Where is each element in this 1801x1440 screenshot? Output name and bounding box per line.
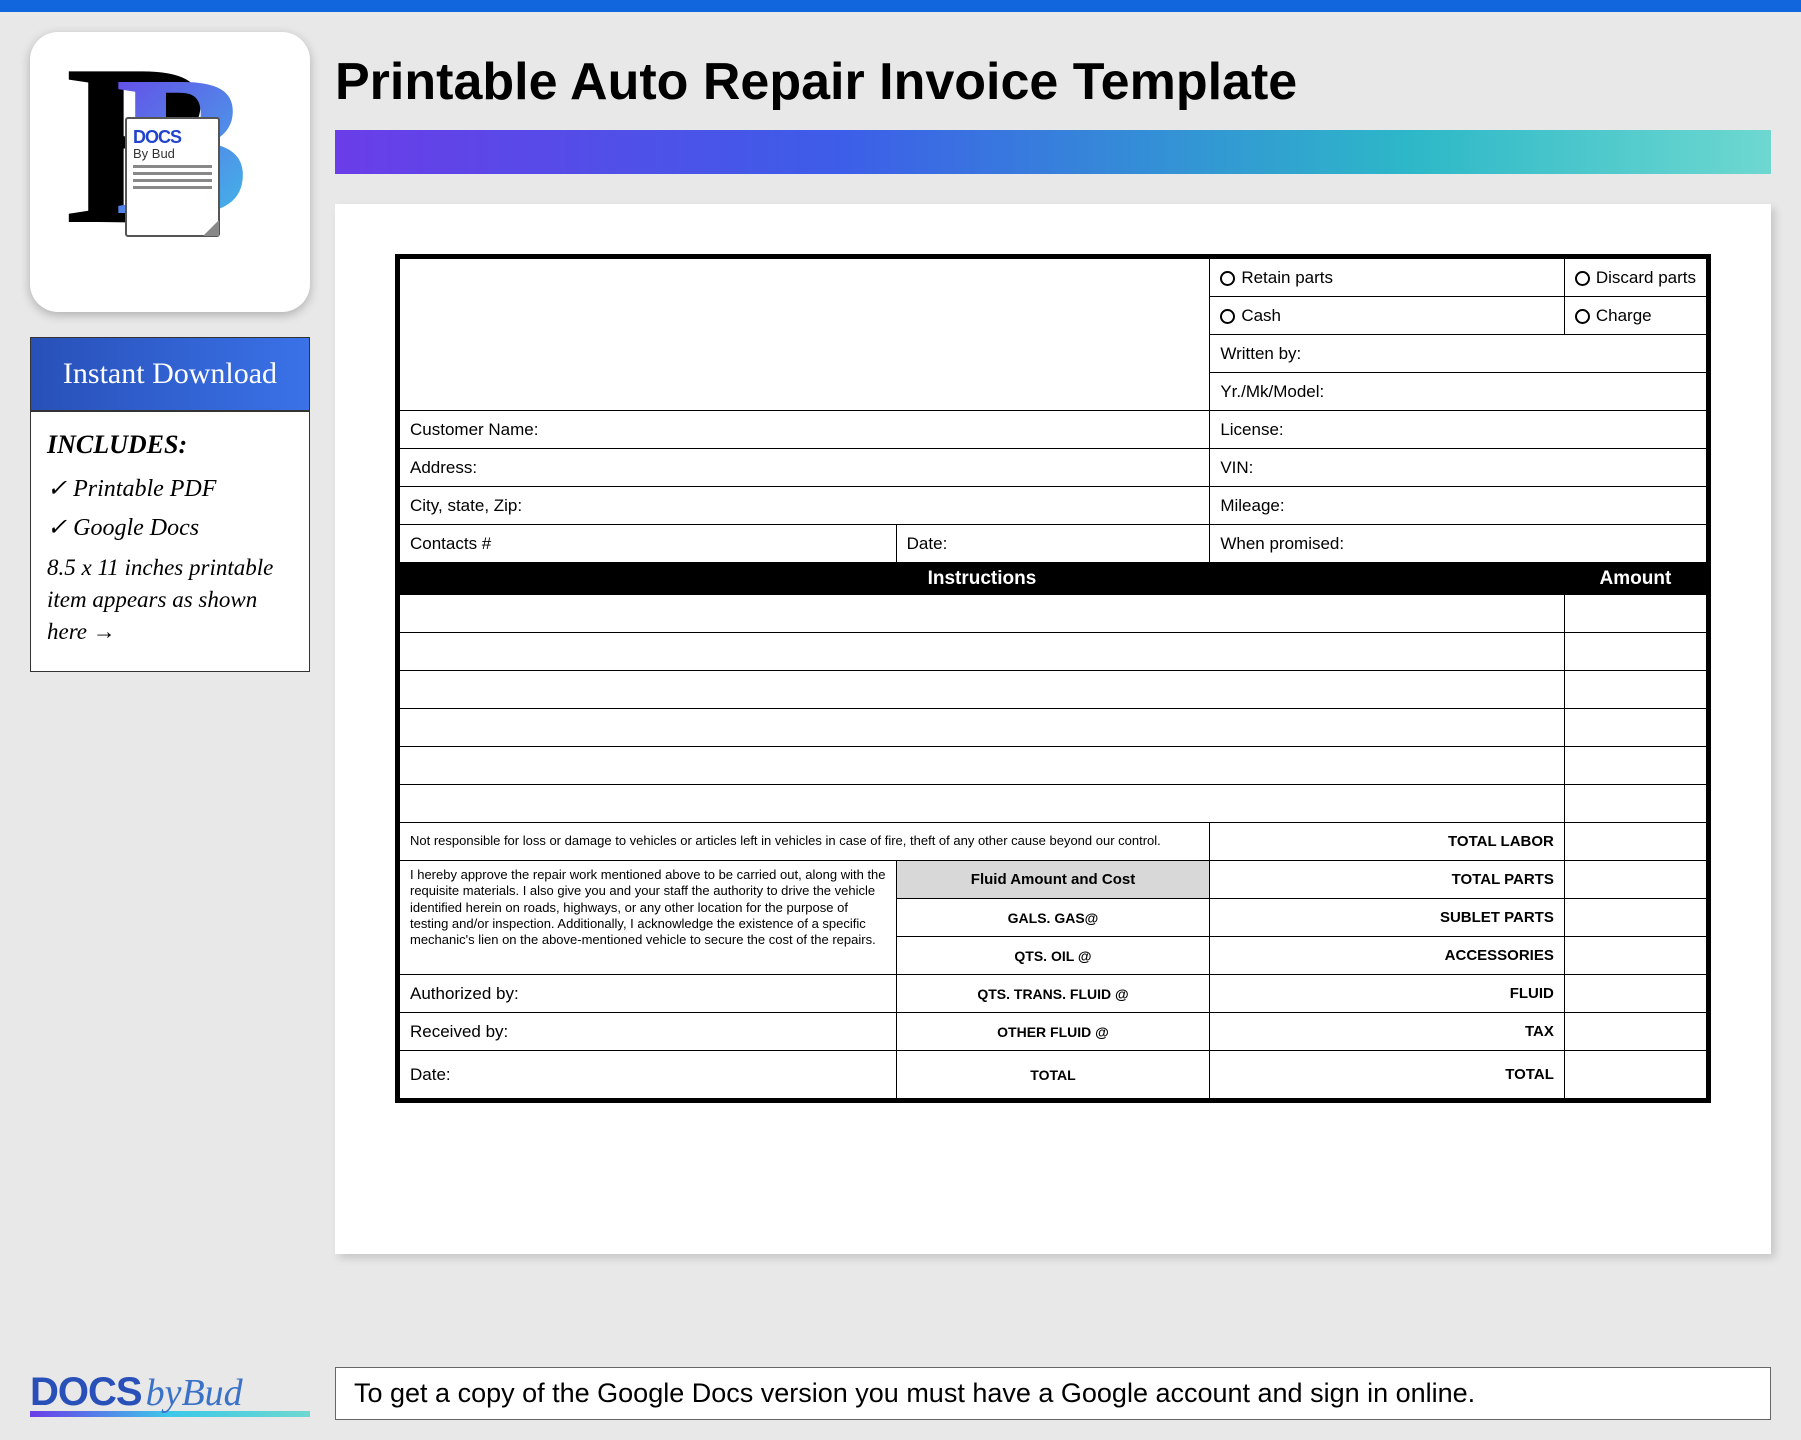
total-parts-label: TOTAL PARTS (1210, 861, 1565, 899)
logo-docs-text: DOCS (133, 127, 212, 148)
page-title: Printable Auto Repair Invoice Template (335, 52, 1771, 112)
authorized-by-cell: Authorized by: (400, 975, 897, 1013)
instruction-row (400, 595, 1565, 633)
qts-oil-cell: QTS. OIL @ (896, 937, 1210, 975)
amount-header: Amount (1564, 563, 1706, 595)
charge-label: Charge (1596, 306, 1652, 325)
other-fluid-cell: OTHER FLUID @ (896, 1013, 1210, 1051)
includes-title: INCLUDES: (47, 430, 293, 460)
includes-box: INCLUDES: ✓ Printable PDF ✓ Google Docs … (30, 411, 310, 672)
cash-label: Cash (1241, 306, 1281, 325)
radio-icon (1575, 271, 1590, 286)
customer-name-cell: Customer Name: (400, 411, 1210, 449)
written-by-cell: Written by: (1210, 335, 1707, 373)
amount-row (1564, 633, 1706, 671)
total-labor-label: TOTAL LABOR (1210, 823, 1565, 861)
document-preview: Retain parts Discard parts Cash Charge W… (335, 204, 1771, 1254)
instant-download-badge: Instant Download (30, 337, 310, 411)
sublet-parts-label: SUBLET PARTS (1210, 899, 1565, 937)
total-parts-value (1564, 861, 1706, 899)
gals-gas-cell: GALS. GAS@ (896, 899, 1210, 937)
retain-parts-cell: Retain parts (1210, 259, 1565, 297)
fluid-total-cell: TOTAL (896, 1051, 1210, 1099)
includes-description: 8.5 x 11 inches printable item appears a… (47, 552, 293, 649)
charge-cell: Charge (1564, 297, 1706, 335)
footer-logo: DOCSbyBud (30, 1370, 310, 1417)
footer-bybud-text: byBud (146, 1372, 243, 1414)
date2-cell: Date: (400, 1051, 897, 1099)
vin-cell: VIN: (1210, 449, 1707, 487)
instruction-row (400, 671, 1565, 709)
mileage-cell: Mileage: (1210, 487, 1707, 525)
radio-icon (1575, 309, 1590, 324)
logo-bybud-text: By Bud (133, 146, 212, 161)
amount-row (1564, 747, 1706, 785)
logo-document-icon: DOCS By Bud (125, 117, 220, 237)
instructions-header: Instructions (400, 563, 1565, 595)
sublet-parts-value (1564, 899, 1706, 937)
date-cell: Date: (896, 525, 1210, 563)
instruction-row (400, 785, 1565, 823)
grand-total-label: TOTAL (1210, 1051, 1565, 1099)
logo-graphic: B B DOCS By Bud (70, 62, 270, 282)
retain-label: Retain parts (1241, 268, 1333, 287)
fluid-value (1564, 975, 1706, 1013)
license-cell: License: (1210, 411, 1707, 449)
city-state-zip-cell: City, state, Zip: (400, 487, 1210, 525)
received-by-cell: Received by: (400, 1013, 897, 1051)
radio-icon (1220, 271, 1235, 286)
footer-message: To get a copy of the Google Docs version… (335, 1367, 1771, 1420)
yr-mk-model-cell: Yr./Mk/Model: (1210, 373, 1707, 411)
when-promised-cell: When promised: (1210, 525, 1707, 563)
amount-row (1564, 671, 1706, 709)
grand-total-value (1564, 1051, 1706, 1099)
fluid-label: FLUID (1210, 975, 1565, 1013)
sidebar: B B DOCS By Bud Instant Download INCLUDE… (30, 32, 310, 1254)
amount-row (1564, 709, 1706, 747)
accessories-value (1564, 937, 1706, 975)
amount-row (1564, 595, 1706, 633)
gradient-bar (335, 130, 1771, 174)
footer: DOCSbyBud To get a copy of the Google Do… (30, 1367, 1771, 1420)
tax-label: TAX (1210, 1013, 1565, 1051)
amount-row (1564, 785, 1706, 823)
fluid-header: Fluid Amount and Cost (896, 861, 1210, 899)
includes-item-gdocs: ✓ Google Docs (47, 513, 293, 542)
main-container: B B DOCS By Bud Instant Download INCLUDE… (0, 12, 1801, 1264)
top-bar (0, 0, 1801, 12)
instruction-row (400, 709, 1565, 747)
total-labor-value (1564, 823, 1706, 861)
discard-label: Discard parts (1596, 268, 1696, 287)
accessories-label: ACCESSORIES (1210, 937, 1565, 975)
contacts-cell: Contacts # (400, 525, 897, 563)
approval-text: I hereby approve the repair work mention… (400, 861, 897, 975)
discard-parts-cell: Discard parts (1564, 259, 1706, 297)
logo-box: B B DOCS By Bud (30, 32, 310, 312)
instruction-row (400, 747, 1565, 785)
radio-icon (1220, 309, 1235, 324)
instruction-row (400, 633, 1565, 671)
footer-docs-text: DOCS (30, 1370, 142, 1414)
invoice-table: Retain parts Discard parts Cash Charge W… (395, 254, 1711, 1103)
tax-value (1564, 1013, 1706, 1051)
includes-item-pdf: ✓ Printable PDF (47, 474, 293, 503)
disclaimer-text: Not responsible for loss or damage to ve… (400, 823, 1210, 861)
main-content: Printable Auto Repair Invoice Template R… (335, 32, 1771, 1254)
qts-trans-cell: QTS. TRANS. FLUID @ (896, 975, 1210, 1013)
address-cell: Address: (400, 449, 1210, 487)
cash-cell: Cash (1210, 297, 1565, 335)
